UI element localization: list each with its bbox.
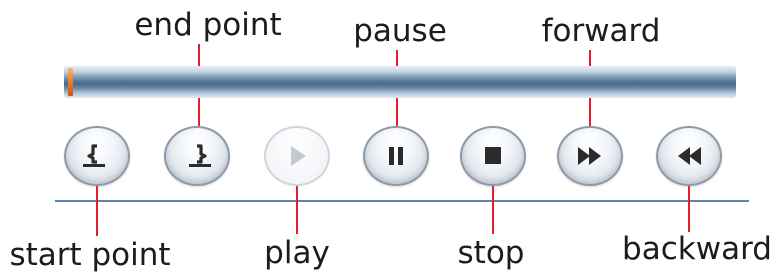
stop-pointer bbox=[492, 186, 494, 234]
stop-label: stop bbox=[457, 235, 525, 271]
play-button[interactable] bbox=[264, 126, 330, 186]
start-point-label: start point bbox=[9, 237, 171, 273]
play-icon bbox=[291, 146, 306, 166]
divider-line bbox=[55, 200, 749, 202]
start-point-pointer bbox=[96, 186, 98, 236]
play-pointer bbox=[296, 186, 298, 234]
end-point-button[interactable] bbox=[164, 126, 230, 186]
end-point-label: end point bbox=[134, 7, 282, 43]
forward-icon bbox=[578, 147, 601, 165]
backward-pointer bbox=[688, 186, 690, 232]
start-point-button[interactable] bbox=[64, 126, 130, 186]
stop-icon bbox=[485, 147, 501, 164]
pause-label: pause bbox=[353, 13, 447, 49]
pause-icon bbox=[389, 147, 403, 165]
media-controls-diagram: end point pause forward start point play… bbox=[0, 0, 779, 280]
start-point-icon bbox=[83, 144, 105, 167]
backward-button[interactable] bbox=[656, 126, 722, 186]
pause-button[interactable] bbox=[363, 126, 429, 186]
play-label: play bbox=[264, 235, 330, 271]
playback-position-marker[interactable] bbox=[68, 68, 73, 96]
backward-label: backward bbox=[622, 231, 772, 267]
progress-track[interactable] bbox=[64, 66, 736, 98]
backward-icon bbox=[678, 147, 701, 165]
stop-button[interactable] bbox=[460, 126, 526, 186]
end-point-icon bbox=[189, 144, 211, 167]
forward-label: forward bbox=[541, 13, 661, 49]
forward-button[interactable] bbox=[557, 126, 623, 186]
